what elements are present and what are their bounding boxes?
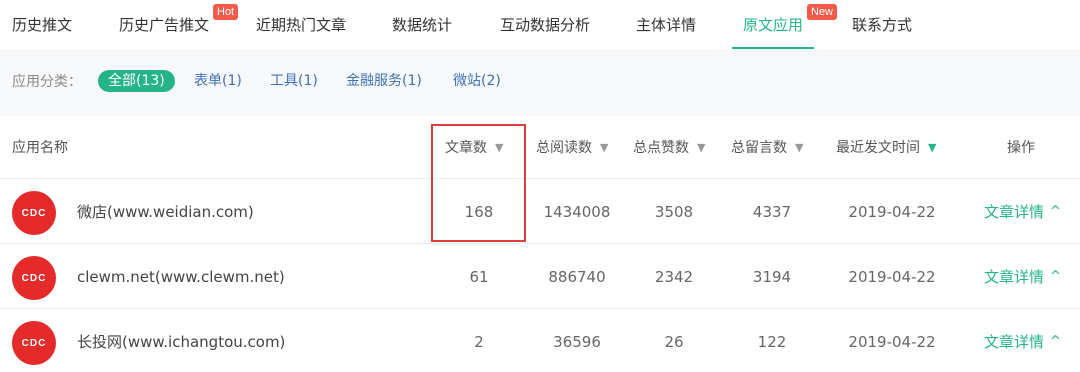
tab-entity-details[interactable]: 主体详情 bbox=[624, 0, 708, 49]
category-filter-bar: 应用分类： 全部(13) 表单(1) 工具(1) 金融服务(1) 微站(2) bbox=[0, 49, 1080, 116]
article-count: 61 bbox=[469, 267, 489, 286]
tab-label: 历史广告推文 bbox=[118, 16, 209, 34]
app-logo: CDC bbox=[12, 256, 56, 300]
total-likes: 2342 bbox=[654, 267, 694, 286]
total-reads: 886740 bbox=[548, 267, 606, 286]
chevron-up-icon: ^ bbox=[1050, 269, 1061, 284]
total-comments: 122 bbox=[757, 332, 787, 351]
col-label: 总点赞数 bbox=[633, 140, 689, 156]
total-comments: 3194 bbox=[752, 267, 792, 286]
app-name: 长投网(www.ichangtou.com) bbox=[77, 333, 286, 351]
app-logo: CDC bbox=[12, 191, 56, 235]
col-app-name: 应用名称 bbox=[12, 116, 68, 178]
table-header: 应用名称 文章数 ▼ 总阅读数 ▼ 总点赞数 ▼ 总留言数 ▼ 最近发文时间 ▼ 操作 bbox=[0, 116, 1080, 179]
last-post-date: 2019-04-22 bbox=[848, 267, 936, 286]
app-name: clewm.net(www.clewm.net) bbox=[77, 267, 285, 286]
filter-chip-finance[interactable]: 金融服务(1) bbox=[346, 70, 422, 92]
table-row: CDC clewm.net(www.clewm.net) 61 886740 2… bbox=[0, 244, 1080, 309]
logo-text: CDC bbox=[21, 337, 47, 349]
article-details-link[interactable]: 文章详情 ^ bbox=[984, 179, 1061, 244]
sort-arrow-icon[interactable]: ▼ bbox=[697, 141, 705, 154]
col-article-count[interactable]: 文章数 ▼ bbox=[445, 116, 503, 178]
total-reads: 1434008 bbox=[543, 202, 611, 221]
detail-label: 文章详情 bbox=[984, 203, 1045, 221]
detail-label: 文章详情 bbox=[984, 268, 1045, 286]
logo-text: CDC bbox=[21, 207, 47, 219]
new-badge: New bbox=[807, 4, 838, 20]
tab-label: 主体详情 bbox=[635, 16, 696, 34]
total-likes: 3508 bbox=[654, 202, 694, 221]
app-logo: CDC bbox=[12, 321, 56, 365]
col-last-post-time[interactable]: 最近发文时间 ▼ bbox=[836, 116, 936, 178]
last-post-date: 2019-04-22 bbox=[848, 202, 936, 221]
article-details-link[interactable]: 文章详情 ^ bbox=[984, 244, 1061, 309]
logo-text: CDC bbox=[21, 272, 47, 284]
total-comments: 4337 bbox=[752, 202, 792, 221]
col-label: 总留言数 bbox=[731, 140, 787, 156]
tab-original-apps[interactable]: 原文应用 bbox=[732, 0, 814, 49]
filter-label: 应用分类： bbox=[12, 74, 82, 90]
hot-badge: Hot bbox=[213, 4, 239, 20]
chevron-up-icon: ^ bbox=[1050, 204, 1061, 219]
tab-contact[interactable]: 联系方式 bbox=[840, 0, 924, 49]
total-reads: 36596 bbox=[553, 332, 601, 351]
tab-interaction-analysis[interactable]: 互动数据分析 bbox=[486, 0, 604, 49]
col-actions: 操作 bbox=[1007, 116, 1035, 178]
article-details-link[interactable]: 文章详情 ^ bbox=[984, 309, 1061, 372]
chevron-up-icon: ^ bbox=[1050, 334, 1061, 349]
col-total-comments[interactable]: 总留言数 ▼ bbox=[731, 116, 803, 178]
tab-label: 历史推文 bbox=[11, 16, 72, 34]
col-label: 应用名称 bbox=[12, 140, 68, 156]
tab-label: 联系方式 bbox=[851, 16, 912, 34]
sort-arrow-icon[interactable]: ▼ bbox=[495, 141, 503, 154]
tab-label: 近期热门文章 bbox=[255, 16, 346, 34]
last-post-date: 2019-04-22 bbox=[848, 332, 936, 351]
total-likes: 26 bbox=[664, 332, 684, 351]
tab-history-posts[interactable]: 历史推文 bbox=[0, 0, 84, 49]
col-total-likes[interactable]: 总点赞数 ▼ bbox=[633, 116, 705, 178]
tab-label: 原文应用 bbox=[742, 16, 803, 34]
sort-arrow-icon[interactable]: ▼ bbox=[600, 141, 608, 154]
tab-label: 互动数据分析 bbox=[499, 16, 590, 34]
table-row: CDC 微店(www.weidian.com) 168 1434008 3508… bbox=[0, 179, 1080, 244]
col-label: 最近发文时间 bbox=[836, 140, 920, 156]
col-label: 操作 bbox=[1007, 140, 1035, 156]
col-total-reads[interactable]: 总阅读数 ▼ bbox=[536, 116, 608, 178]
article-count: 2 bbox=[474, 332, 484, 351]
filter-chip-all[interactable]: 全部(13) bbox=[98, 70, 175, 92]
sort-arrow-icon[interactable]: ▼ bbox=[928, 141, 936, 154]
article-count: 168 bbox=[464, 202, 494, 221]
tab-history-ad-posts[interactable]: 历史广告推文 bbox=[104, 0, 224, 49]
tab-label: 数据统计 bbox=[391, 16, 452, 34]
tab-recent-hot-articles[interactable]: 近期热门文章 bbox=[244, 0, 358, 49]
filter-chip-microsite[interactable]: 微站(2) bbox=[453, 70, 501, 92]
col-label: 总阅读数 bbox=[536, 140, 592, 156]
app-name: 微店(www.weidian.com) bbox=[77, 203, 254, 221]
filter-chip-form[interactable]: 表单(1) bbox=[194, 70, 242, 92]
sort-arrow-icon[interactable]: ▼ bbox=[795, 141, 803, 154]
detail-label: 文章详情 bbox=[984, 333, 1045, 351]
col-label: 文章数 bbox=[445, 140, 487, 156]
filter-chip-tools[interactable]: 工具(1) bbox=[270, 70, 318, 92]
table-row: CDC 长投网(www.ichangtou.com) 2 36596 26 12… bbox=[0, 309, 1080, 372]
tab-data-stats[interactable]: 数据统计 bbox=[378, 0, 466, 49]
tab-bar: 历史推文 历史广告推文 Hot 近期热门文章 数据统计 互动数据分析 主体详情 … bbox=[0, 0, 1080, 49]
